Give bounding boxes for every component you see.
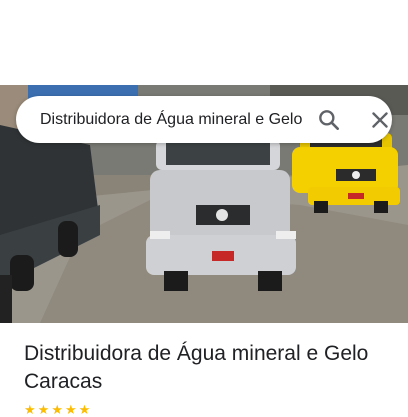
search-input[interactable]: Distribuidora de Água mineral e Gelo Car…: [40, 96, 304, 143]
search-bar[interactable]: Distribuidora de Água mineral e Gelo Car…: [16, 96, 392, 143]
star-icon: ★: [78, 401, 91, 417]
close-icon[interactable]: [367, 107, 393, 133]
search-icon[interactable]: [316, 107, 342, 133]
rating-stars: ★ ★ ★ ★ ★: [24, 402, 90, 416]
star-icon: ★: [64, 401, 77, 417]
star-icon: ★: [51, 401, 63, 417]
star-icon: ★: [24, 401, 36, 417]
top-whitespace: [0, 0, 408, 85]
place-title: Distribuidora de Água mineral e Gelo Car…: [24, 342, 369, 393]
star-icon: ★: [37, 401, 50, 417]
